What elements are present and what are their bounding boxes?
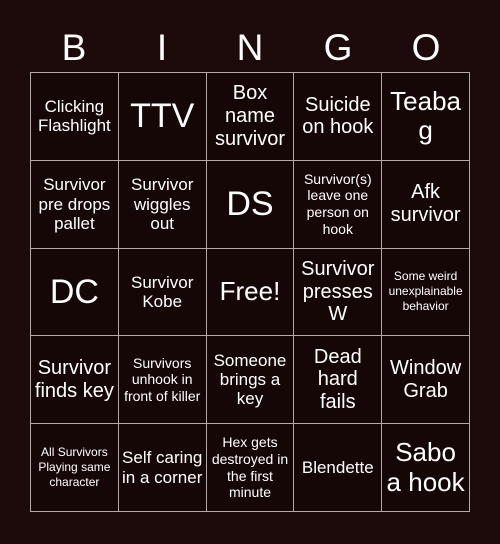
bingo-card: B I N G O Clicking Flashlight TTV Box name… (0, 0, 500, 544)
bingo-cell[interactable]: Blendette (294, 424, 383, 512)
bingo-cell[interactable]: DC (31, 248, 119, 337)
bingo-cell[interactable]: Survivor presses W (294, 248, 383, 337)
bingo-cell[interactable]: Survivor pre drops pallet (31, 160, 119, 249)
bingo-cell-label: Dead hard fails (313, 345, 362, 414)
bingo-cell[interactable]: Survivors unhook in front of killer (118, 336, 207, 425)
header-letter-o: O (411, 26, 441, 68)
bingo-cell[interactable]: Window Grab (382, 336, 470, 425)
bingo-cell-label: Free! (219, 276, 281, 307)
bingo-cell[interactable]: Teabag (382, 73, 470, 161)
header-letter-g: G (323, 26, 353, 68)
bingo-cell[interactable]: Dead hard fails (294, 336, 383, 425)
bingo-cell[interactable]: Some weird unexplainable behavior (382, 248, 470, 337)
bingo-cell-label: Survivors unhook in front of killer (124, 354, 201, 405)
bingo-cell-label: Clicking Flashlight (38, 97, 111, 136)
bingo-cell-label: Afk survivor (390, 181, 461, 227)
bingo-cell-label: Teabag (390, 85, 462, 146)
bingo-cell[interactable]: Sabo a hook (382, 424, 470, 512)
bingo-cell-label: Hex gets destroyed in the first minute (211, 434, 289, 501)
bingo-cell[interactable]: Self caring in a corner (118, 424, 207, 512)
bingo-cell[interactable]: Survivor(s) leave one person on hook (294, 160, 383, 249)
bingo-cell-free[interactable]: Free! (206, 248, 295, 337)
bingo-cell[interactable]: Survivor wiggles out (118, 160, 207, 249)
bingo-cell-label: DS (226, 184, 274, 223)
bingo-cell-label: Survivor finds key (34, 356, 114, 402)
header-letter-n: N (236, 26, 264, 68)
header-letter-b: B (61, 26, 87, 68)
bingo-cell[interactable]: DS (206, 160, 295, 249)
bingo-cell[interactable]: Clicking Flashlight (31, 73, 119, 161)
bingo-cell-label: All Survivors Playing same character (38, 445, 111, 490)
bingo-cell[interactable]: TTV (118, 73, 207, 161)
bingo-cell[interactable]: Afk survivor (382, 160, 470, 249)
bingo-grid: Clicking Flashlight TTV Box name survivor S… (30, 72, 470, 512)
header-letter-i: I (156, 26, 168, 68)
bingo-cell-label: Suicide on hook (302, 93, 374, 139)
bingo-cell[interactable]: Survivor Kobe (118, 248, 207, 337)
bingo-cell-label: TTV (130, 97, 195, 136)
bingo-cell-label: Blendette (301, 457, 374, 477)
bingo-cell-label: Window Grab (390, 356, 462, 402)
bingo-cell-label: Survivor(s) leave one person on hook (303, 170, 372, 237)
bingo-cell-label: Some weird unexplainable behavior (388, 269, 463, 314)
bingo-cell-label: DC (49, 272, 99, 311)
bingo-cell-label: Survivor pre drops pallet (38, 175, 111, 233)
bingo-cell-label: Survivor presses W (301, 257, 375, 326)
bingo-cell-label: Self caring in a corner (122, 448, 203, 487)
bingo-header: B I N G O (30, 22, 470, 72)
bingo-cell[interactable]: Box name survivor (206, 73, 295, 161)
bingo-cell-label: Survivor wiggles out (131, 175, 194, 233)
bingo-cell[interactable]: Survivor finds key (31, 336, 119, 425)
bingo-cell[interactable]: Someone brings a key (206, 336, 295, 425)
bingo-cell-label: Sabo a hook (386, 436, 465, 497)
bingo-cell[interactable]: All Survivors Playing same character (31, 424, 119, 512)
bingo-cell[interactable]: Suicide on hook (294, 73, 383, 161)
bingo-cell-label: Survivor Kobe (131, 272, 194, 311)
bingo-cell-label: Box name survivor (214, 82, 285, 150)
bingo-cell[interactable]: Hex gets destroyed in the first minute (206, 424, 295, 512)
bingo-cell-label: Someone brings a key (213, 350, 287, 409)
